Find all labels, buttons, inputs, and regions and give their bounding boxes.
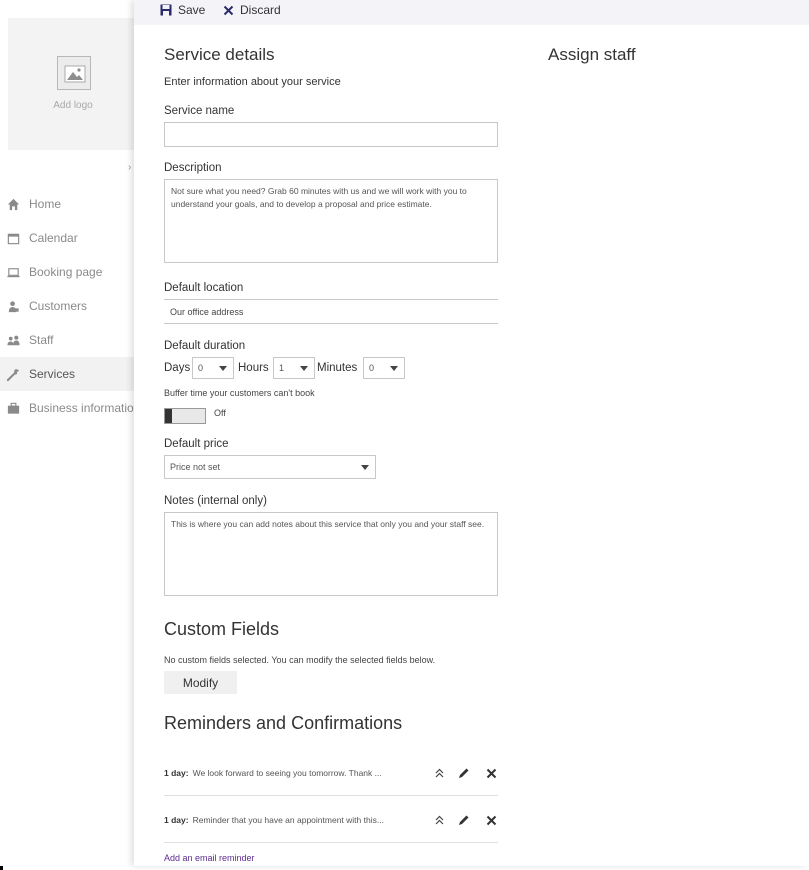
days-select[interactable]: 0 xyxy=(192,357,234,379)
sidebar-item-label: Calendar xyxy=(29,231,78,245)
location-divider xyxy=(164,299,498,300)
home-icon xyxy=(7,198,20,210)
sidebar-item-label: Services xyxy=(29,367,76,381)
description-label: Description xyxy=(164,162,222,174)
service-name-input[interactable] xyxy=(164,122,498,147)
price-value: Price not set xyxy=(170,462,221,472)
calendar-icon xyxy=(7,233,20,244)
staff-icon xyxy=(7,335,20,345)
chevron-down-icon xyxy=(361,465,369,470)
sidebar-item-services[interactable]: Services xyxy=(0,357,134,391)
chevron-down-icon xyxy=(390,366,398,371)
sidebar-item-calendar[interactable]: Calendar xyxy=(0,221,134,255)
sidebar-item-label: Staff xyxy=(29,333,54,347)
add-logo-label: Add logo xyxy=(53,100,93,111)
reminder-divider xyxy=(164,842,498,843)
description-value: Not sure what you need? Grab 60 minutes … xyxy=(171,186,467,209)
edit-pencil-icon[interactable] xyxy=(456,813,470,827)
save-icon xyxy=(160,4,172,16)
reminder-text: 1 day: Reminder that you have an appointm… xyxy=(164,815,384,825)
chevron-double-up-icon[interactable] xyxy=(432,813,446,827)
laptop-icon xyxy=(7,267,20,277)
sidebar-item-label: Business information xyxy=(29,401,134,415)
reminder-row: 1 day: Reminder that you have an appointm… xyxy=(164,801,498,843)
default-price-select[interactable]: Price not set xyxy=(164,455,376,479)
minutes-value: 0 xyxy=(369,363,375,373)
wrench-icon xyxy=(6,368,20,381)
window-edge-mark xyxy=(0,866,3,870)
reminder-message: Reminder that you have an appointment wi… xyxy=(192,815,384,825)
minutes-label: Minutes xyxy=(317,362,358,374)
notes-value: This is where you can add notes about th… xyxy=(171,519,485,529)
notes-label: Notes (internal only) xyxy=(164,495,267,507)
sidebar-item-staff[interactable]: Staff xyxy=(0,323,134,357)
customers-icon xyxy=(8,300,19,312)
toolbar: Save Discard xyxy=(134,0,809,25)
toggle-knob xyxy=(165,409,172,423)
reminder-row: 1 day: We look forward to seeing you tomo… xyxy=(164,754,498,796)
custom-fields-heading: Custom Fields xyxy=(164,619,280,639)
buffer-time-toggle[interactable] xyxy=(164,408,206,424)
delete-icon[interactable] xyxy=(484,813,498,827)
modify-button[interactable]: Modify xyxy=(164,671,237,694)
sidebar-item-customers[interactable]: Customers xyxy=(0,289,134,323)
sidebar-item-label: Booking page xyxy=(29,265,103,279)
hours-label: Hours xyxy=(238,362,269,374)
discard-label: Discard xyxy=(240,3,281,17)
delete-icon[interactable] xyxy=(484,766,498,780)
reminder-divider xyxy=(164,795,498,796)
reminder-text: 1 day: We look forward to seeing you tomo… xyxy=(164,768,382,778)
default-location-label: Default location xyxy=(164,282,244,294)
briefcase-icon xyxy=(7,402,20,414)
hours-select[interactable]: 1 xyxy=(273,357,315,379)
save-label: Save xyxy=(178,3,206,17)
buffer-time-label: Buffer time your customers can't book xyxy=(164,388,315,398)
edit-pencil-icon[interactable] xyxy=(456,766,470,780)
discard-button[interactable]: Discard xyxy=(223,3,281,17)
sidebar-item-home[interactable]: Home xyxy=(0,187,134,221)
close-icon xyxy=(223,5,234,15)
reminder-when: 1 day: xyxy=(164,768,189,778)
default-price-label: Default price xyxy=(164,438,229,450)
chevron-double-up-icon[interactable] xyxy=(432,766,446,780)
sidebar-nav: Home Calendar Booking page Customers Sta… xyxy=(0,187,134,425)
buffer-toggle-state: Off xyxy=(214,408,226,418)
minutes-select[interactable]: 0 xyxy=(363,357,405,379)
service-name-value xyxy=(165,123,177,133)
assign-staff-heading: Assign staff xyxy=(548,45,636,64)
chevron-down-icon xyxy=(300,366,308,371)
collapse-chevron-icon[interactable]: › xyxy=(128,162,131,173)
sidebar-item-business-information[interactable]: Business information xyxy=(0,391,134,425)
location-underline xyxy=(164,323,498,324)
image-placeholder-icon xyxy=(57,56,91,90)
sidebar-item-booking-page[interactable]: Booking page xyxy=(0,255,134,289)
service-details-heading: Service details xyxy=(164,45,275,64)
location-input[interactable]: Our office address xyxy=(170,307,243,317)
sidebar-item-label: Customers xyxy=(29,299,88,313)
save-button[interactable]: Save xyxy=(160,3,205,17)
service-details-subheading: Enter information about your service xyxy=(164,76,341,88)
reminder-message: We look forward to seeing you tomorrow. … xyxy=(192,768,382,778)
default-duration-label: Default duration xyxy=(164,340,246,352)
chevron-down-icon xyxy=(219,366,227,371)
service-editor-panel: Save Discard Service details Enter infor… xyxy=(134,0,809,866)
add-email-reminder-link[interactable]: Add an email reminder xyxy=(164,853,255,863)
notes-textarea[interactable]: This is where you can add notes about th… xyxy=(164,512,498,596)
hours-value: 1 xyxy=(279,363,285,373)
reminders-heading: Reminders and Confirmations xyxy=(164,713,403,733)
sidebar-item-label: Home xyxy=(29,197,62,211)
reminder-when: 1 day: xyxy=(164,815,189,825)
days-label: Days xyxy=(164,362,191,374)
custom-fields-description: No custom fields selected. You can modif… xyxy=(164,655,436,665)
days-value: 0 xyxy=(198,363,204,373)
left-sidebar: Add logo › Home Calendar Booking page Cu… xyxy=(0,0,138,870)
add-logo-area[interactable]: Add logo xyxy=(8,18,138,150)
service-name-label: Service name xyxy=(164,105,235,117)
description-textarea[interactable]: Not sure what you need? Grab 60 minutes … xyxy=(164,179,498,263)
